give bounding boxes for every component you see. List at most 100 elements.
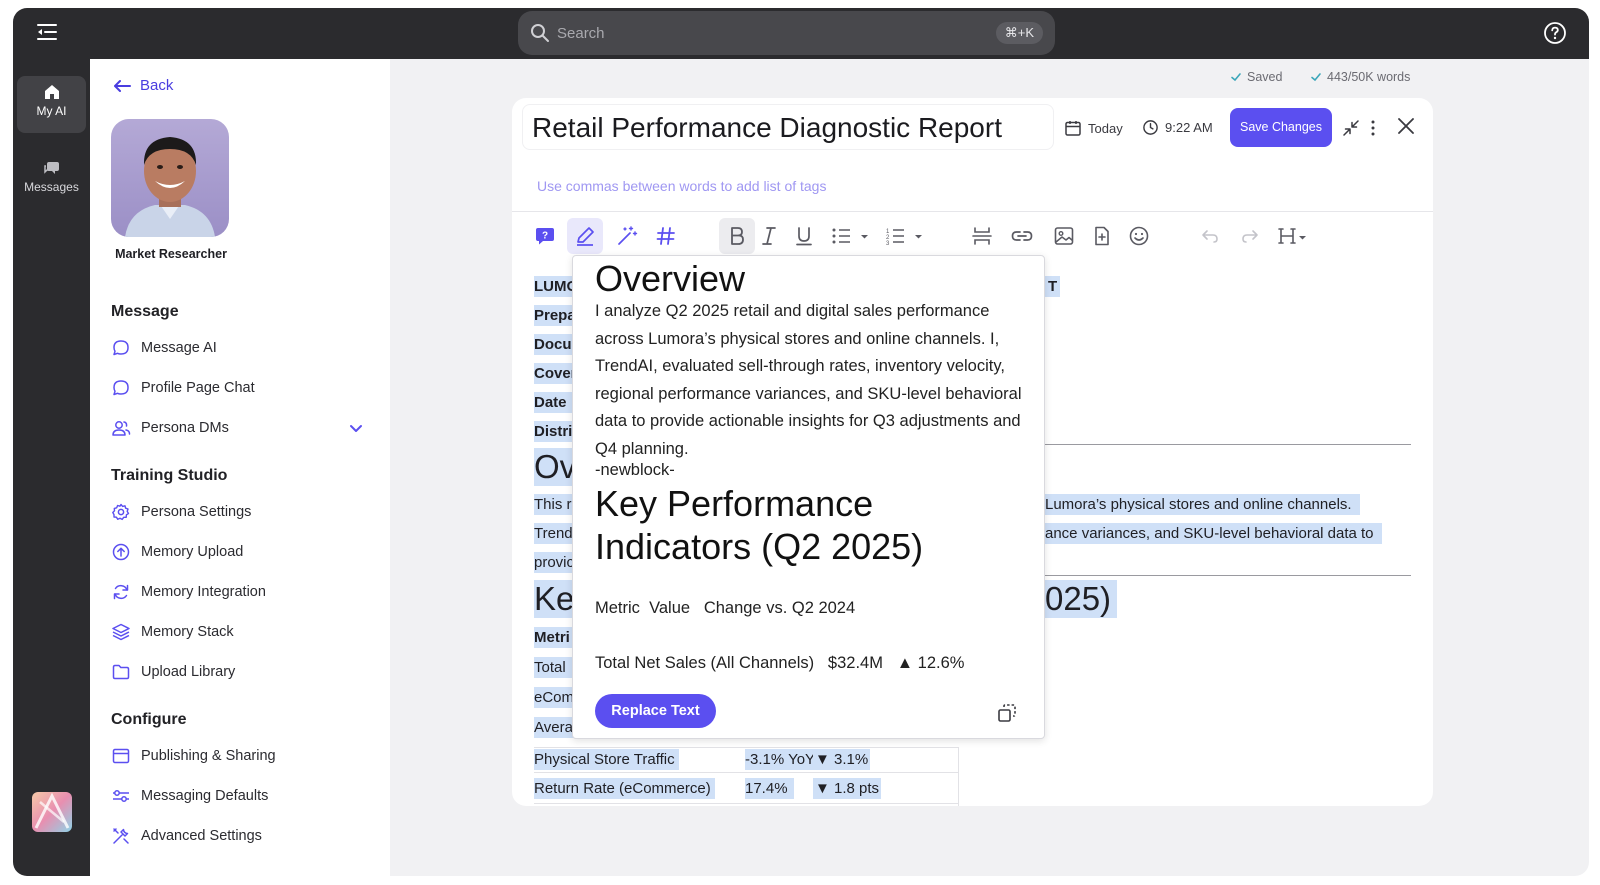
- popup-table-header: Metric Value Change vs. Q2 2024: [595, 599, 856, 617]
- table-cell-metric: Return Rate (eCommerce): [534, 778, 715, 799]
- heading-icon: [1278, 228, 1306, 244]
- search-icon: [531, 24, 549, 42]
- nav-publishing-sharing[interactable]: Publishing & Sharing: [111, 744, 366, 768]
- left-rail: My AI Messages: [13, 59, 90, 876]
- rail-item-messages[interactable]: Messages: [17, 152, 86, 209]
- table-cell-value: -3.1% YoY: [745, 749, 816, 770]
- redo-tool[interactable]: [1232, 218, 1268, 254]
- collapse-icon[interactable]: [1340, 117, 1362, 139]
- save-changes-button[interactable]: Save Changes: [1230, 108, 1332, 147]
- saved-label: Saved: [1247, 70, 1283, 84]
- tags-input[interactable]: Use commas between words to add list of …: [537, 178, 826, 194]
- nav-memory-integration[interactable]: Memory Integration: [111, 580, 366, 604]
- redo-icon: [1242, 230, 1258, 243]
- app-logo[interactable]: [32, 792, 72, 832]
- bullet-list-tool[interactable]: [826, 218, 876, 254]
- ai-suggestion-popup: Overview I analyze Q2 2025 retail and di…: [572, 255, 1045, 739]
- help-icon[interactable]: [1543, 21, 1567, 45]
- nav-label: Memory Stack: [141, 624, 234, 640]
- table-line: [534, 803, 958, 804]
- more-options-icon[interactable]: [1362, 117, 1384, 139]
- svg-text:3: 3: [886, 241, 890, 247]
- sidebar-toggle-icon[interactable]: [35, 22, 59, 42]
- messages-icon: [43, 162, 59, 174]
- clock-icon: [1143, 120, 1158, 135]
- image-icon: [1054, 227, 1074, 245]
- nav-advanced-settings[interactable]: Advanced Settings: [111, 824, 366, 848]
- chat-bubble-icon: [113, 380, 129, 396]
- nav-label: Persona Settings: [141, 504, 252, 520]
- table-line: [534, 772, 958, 773]
- nav-profile-page-chat[interactable]: Profile Page Chat: [111, 376, 366, 400]
- nav-label: Memory Integration: [141, 584, 266, 600]
- italic-tool[interactable]: [751, 218, 787, 254]
- underline-icon: [796, 227, 812, 246]
- date-picker[interactable]: Today: [1064, 119, 1123, 137]
- persona-name: Market Researcher: [115, 247, 227, 261]
- date-label: Today: [1088, 120, 1123, 136]
- horizontal-rule: [1045, 444, 1411, 445]
- ai-chat-tool[interactable]: ?: [527, 218, 563, 254]
- nav-persona-dms[interactable]: Persona DMs: [111, 416, 366, 440]
- word-count-label: 443/50K words: [1327, 70, 1411, 84]
- page-break-tool[interactable]: [964, 218, 1000, 254]
- undo-tool[interactable]: [1192, 218, 1228, 254]
- doc-line: ance variances, and SKU-level behavioral…: [1045, 523, 1382, 544]
- nav-upload-library[interactable]: Upload Library: [111, 660, 366, 684]
- sliders-icon: [113, 790, 129, 802]
- bold-icon: [731, 227, 744, 245]
- arrow-left-icon: [114, 79, 131, 92]
- nav-messaging-defaults[interactable]: Messaging Defaults: [111, 784, 366, 808]
- file-add-tool[interactable]: [1084, 218, 1120, 254]
- nav-memory-upload[interactable]: Memory Upload: [111, 540, 366, 564]
- numbered-list-tool[interactable]: 123: [881, 218, 931, 254]
- nav-persona-settings[interactable]: Persona Settings: [111, 500, 366, 524]
- copy-icon[interactable]: [996, 702, 1018, 724]
- word-count-status: 443/50K words: [1310, 70, 1410, 84]
- persona-avatar: [111, 119, 229, 237]
- replace-text-button[interactable]: Replace Text: [595, 694, 716, 728]
- bullet-list-icon: [832, 228, 868, 244]
- chat-bubble-icon: [113, 340, 129, 356]
- time-picker[interactable]: 9:22 AM: [1142, 119, 1213, 136]
- table-line: [534, 747, 958, 748]
- pen-icon: [577, 227, 594, 246]
- heading-tool[interactable]: [1274, 218, 1314, 254]
- gear-icon: [112, 503, 130, 521]
- title-field[interactable]: Retail Performance Diagnostic Report: [522, 104, 1054, 150]
- users-icon: [112, 421, 131, 436]
- search-input[interactable]: Search: [557, 25, 605, 42]
- underline-tool[interactable]: [786, 218, 822, 254]
- hashtag-tool[interactable]: [648, 218, 684, 254]
- close-icon[interactable]: [1395, 115, 1417, 137]
- image-tool[interactable]: [1046, 218, 1082, 254]
- top-bar: Search ⌘+K: [13, 8, 1589, 59]
- nav-label: Upload Library: [141, 664, 236, 680]
- popup-heading-overview: Overview: [595, 258, 746, 299]
- nav-label: Messaging Defaults: [141, 788, 269, 804]
- numbered-list-icon: 123: [886, 229, 922, 247]
- nav-memory-stack[interactable]: Memory Stack: [111, 620, 366, 644]
- back-link[interactable]: Back: [112, 77, 173, 94]
- app-window: Search ⌘+K My AI Messages Back Market Re…: [13, 8, 1589, 876]
- link-icon: [1011, 231, 1033, 241]
- upload-circle-icon: [112, 543, 130, 561]
- document-title[interactable]: Retail Performance Diagnostic Report: [532, 112, 1002, 144]
- emoji-tool[interactable]: [1121, 218, 1157, 254]
- layers-icon: [112, 623, 130, 641]
- section-title-configure: Configure: [111, 711, 187, 728]
- nav-label: Message AI: [141, 340, 217, 356]
- chevron-down-icon[interactable]: [346, 419, 366, 439]
- link-tool[interactable]: [1004, 218, 1040, 254]
- search-bar[interactable]: Search ⌘+K: [518, 11, 1055, 55]
- page-break-icon: [972, 227, 992, 245]
- pen-tool[interactable]: [567, 218, 603, 254]
- bold-tool[interactable]: [719, 218, 755, 254]
- nav-message-ai[interactable]: Message AI: [111, 336, 366, 360]
- magic-wand-tool[interactable]: [609, 218, 645, 254]
- section-title-training-studio: Training Studio: [111, 467, 228, 484]
- undo-icon: [1202, 230, 1218, 243]
- nav-label: Advanced Settings: [141, 828, 262, 844]
- persona-sidebar: Back Market Researcher Message Message A…: [90, 59, 390, 876]
- rail-item-my-ai[interactable]: My AI: [17, 76, 86, 133]
